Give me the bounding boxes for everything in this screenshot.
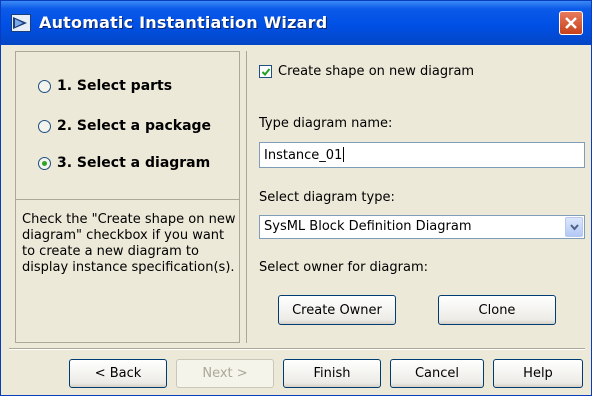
step-label: 1. Select parts — [57, 78, 173, 94]
step-select-parts[interactable]: 1. Select parts — [38, 76, 172, 96]
chevron-down-icon — [570, 224, 579, 231]
close-icon — [565, 17, 577, 29]
dropdown-button[interactable] — [565, 217, 583, 237]
diagram-name-label: Type diagram name: — [259, 116, 393, 131]
steps-list: 1. Select parts 2. Select a package 3. S… — [16, 52, 239, 200]
wizard-window: Automatic Instantiation Wizard 1. Select… — [0, 0, 592, 396]
create-shape-checkbox[interactable] — [259, 65, 272, 78]
step-label: 3. Select a diagram — [57, 155, 211, 171]
checkmark-icon — [261, 68, 271, 76]
diagram-type-select[interactable]: SysML Block Definition Diagram — [259, 215, 585, 239]
title-bar[interactable]: Automatic Instantiation Wizard — [1, 1, 591, 45]
create-shape-option[interactable]: Create shape on new diagram — [259, 64, 474, 79]
options-panel: Create shape on new diagram Type diagram… — [246, 51, 592, 343]
text-caret — [343, 147, 345, 162]
cancel-button[interactable]: Cancel — [390, 359, 484, 388]
help-text: Check the "Create shape on new diagram" … — [22, 212, 236, 275]
diagram-type-label: Select diagram type: — [259, 190, 395, 205]
help-button[interactable]: Help — [493, 359, 583, 388]
diagram-type-value: SysML Block Definition Diagram — [264, 219, 472, 234]
create-owner-button[interactable]: Create Owner — [278, 295, 396, 325]
close-button[interactable] — [559, 11, 583, 35]
step-radio-selected[interactable] — [38, 156, 51, 170]
create-shape-label: Create shape on new diagram — [278, 64, 475, 79]
step-select-package[interactable]: 2. Select a package — [38, 116, 211, 136]
steps-panel: 1. Select parts 2. Select a package 3. S… — [15, 51, 240, 343]
step-radio[interactable] — [38, 79, 51, 93]
diagram-name-input[interactable]: Instance_01 — [259, 142, 585, 168]
owner-label: Select owner for diagram: — [259, 260, 428, 275]
window-title: Automatic Instantiation Wizard — [39, 13, 328, 32]
step-select-diagram[interactable]: 3. Select a diagram — [38, 153, 210, 173]
button-bar-separator — [9, 348, 585, 350]
next-button[interactable]: Next > — [176, 359, 274, 388]
step-radio[interactable] — [38, 119, 51, 133]
back-button[interactable]: < Back — [69, 359, 167, 388]
wizard-icon — [11, 14, 31, 32]
finish-button[interactable]: Finish — [283, 359, 381, 388]
diagram-name-value: Instance_01 — [264, 148, 343, 163]
clone-button[interactable]: Clone — [438, 295, 556, 325]
step-label: 2. Select a package — [57, 118, 212, 134]
